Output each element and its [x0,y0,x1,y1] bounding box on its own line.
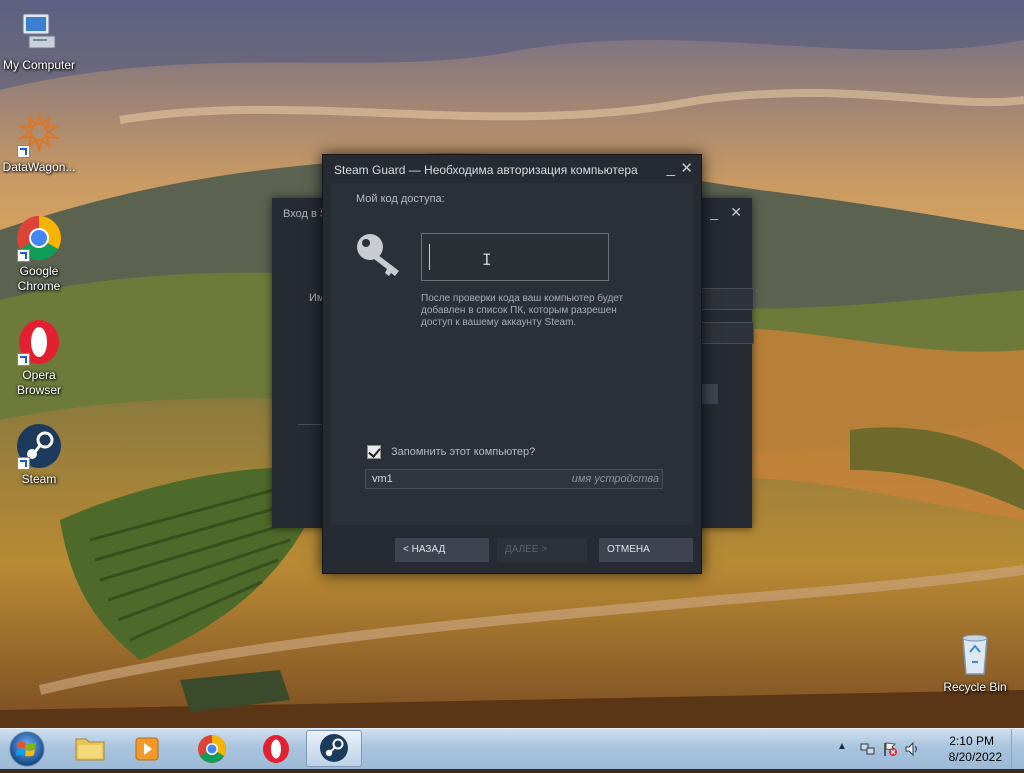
media-player-icon [135,737,159,761]
network-icon[interactable] [860,741,876,757]
login-window-title: Вход в S [283,208,328,220]
action-center-flag-icon[interactable] [882,741,898,757]
datawagon-sun-icon [15,110,63,158]
show-desktop-button[interactable] [1011,729,1024,769]
desktop-icon-datawagon[interactable]: DataWagon... [1,110,77,175]
remember-computer-label: Запомнить этот компьютер? [391,446,536,458]
shortcut-arrow-icon [17,457,30,470]
windows-logo-icon [9,731,45,767]
taskbar-google-chrome[interactable] [184,730,240,767]
device-name-field[interactable]: vm1 имя устройства [365,469,663,489]
system-tray: ▲ 2:10 PM 8/20/2022 [834,729,1024,769]
volume-icon[interactable] [904,741,920,757]
desktop-icon-label: Steam [21,472,57,486]
minimize-icon[interactable]: _ [710,204,718,220]
device-name-placeholder: имя устройства [571,473,659,485]
clock-time[interactable]: 2:10 PM [949,734,994,748]
access-code-label: Мой код доступа: [356,193,445,205]
ibeam-cursor-icon: I [482,250,492,269]
remember-computer-checkbox[interactable] [367,445,381,459]
chrome-icon [15,214,63,262]
text-caret [429,244,430,270]
desktop-icon-google-chrome[interactable]: Google Chrome [1,214,77,294]
taskbar-media-player[interactable] [120,730,176,767]
desktop-icon-label: Google Chrome [17,264,61,293]
taskbar-opera[interactable] [248,730,304,767]
folder-icon [75,738,105,761]
shortcut-arrow-icon [17,353,30,366]
opera-icon [15,318,63,366]
desktop-icon-label: My Computer [2,58,76,72]
dialog-body: Мой код доступа: I После проверки кода в… [331,183,693,525]
opera-icon [263,735,289,763]
taskbar-explorer[interactable] [62,730,118,767]
desktop-icon-label: DataWagon... [2,160,76,174]
chrome-icon [198,735,226,763]
divider [298,424,324,425]
desktop-icon-recycle-bin[interactable]: Recycle Bin [937,630,1013,695]
info-text: После проверки кода ваш компьютер будет … [421,293,624,328]
start-button[interactable] [4,730,50,768]
taskbar-steam[interactable] [306,730,362,767]
checkmark-icon [368,445,381,458]
desktop-icon-label: Recycle Bin [943,680,1007,694]
desktop-icon-my-computer[interactable]: My Computer [1,8,77,73]
computer-icon [15,8,63,56]
close-button[interactable]: ✕ [680,159,693,179]
steam-icon [320,734,348,762]
recycle-bin-icon [951,630,999,678]
device-name-value: vm1 [372,473,393,485]
desktop-icon-label: Opera Browser [16,368,61,397]
next-button[interactable]: ДАЛЕЕ > [497,538,587,562]
dialog-title: Steam Guard — Необходима авторизация ком… [334,163,638,177]
desktop-icon-steam[interactable]: Steam [1,422,77,487]
key-icon [355,231,405,279]
taskbar: ▲ 2:10 PM 8/20/2022 [0,728,1024,769]
steam-icon [15,422,63,470]
access-code-input[interactable]: I [421,233,609,281]
back-button[interactable]: < НАЗАД [395,538,489,562]
clock-date[interactable]: 8/20/2022 [949,750,1002,764]
minimize-button[interactable]: _ [667,159,675,179]
shortcut-arrow-icon [17,249,30,262]
shortcut-arrow-icon [17,145,30,158]
show-hidden-icons-arrow-icon[interactable]: ▲ [837,741,853,757]
cancel-button[interactable]: ОТМЕНА [599,538,693,562]
steam-guard-dialog: Steam Guard — Необходима авторизация ком… [322,154,702,574]
desktop-icon-opera[interactable]: Opera Browser [1,318,77,398]
close-icon[interactable]: ✕ [730,204,742,221]
